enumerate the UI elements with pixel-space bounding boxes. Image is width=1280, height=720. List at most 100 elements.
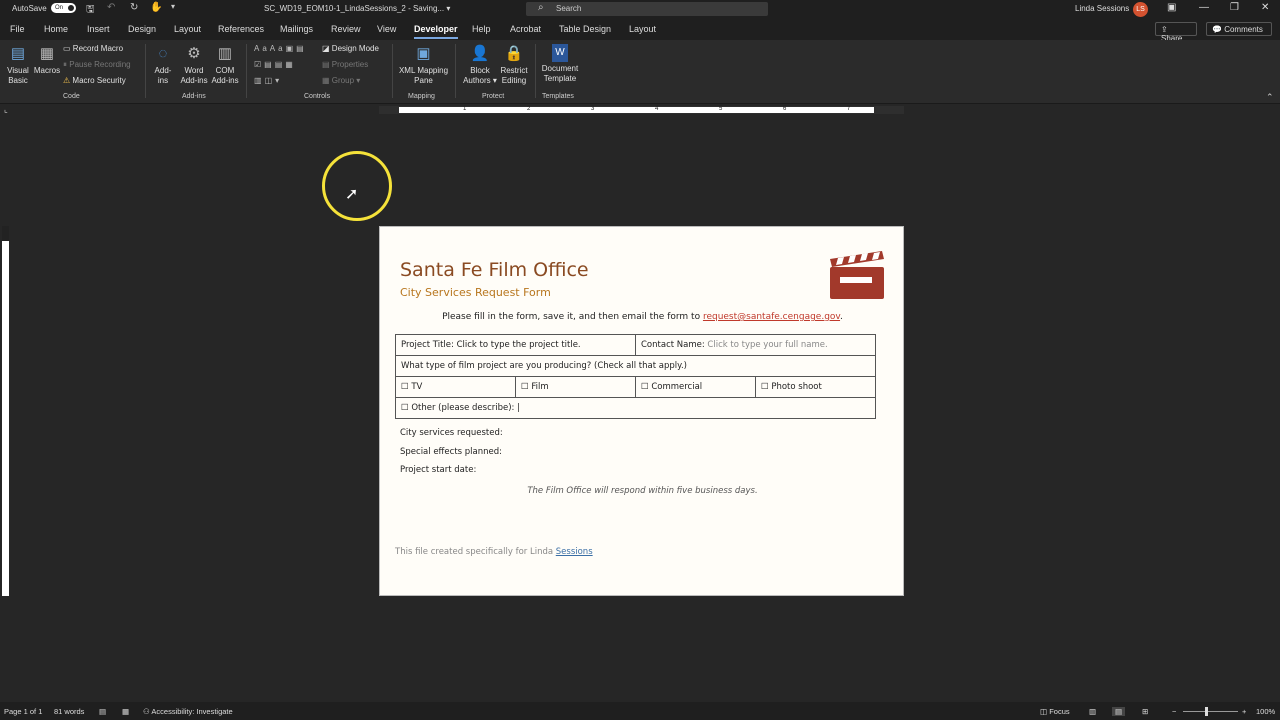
option-tv[interactable]: ☐ TV (395, 376, 516, 398)
share-button[interactable]: ⇪ Share (1155, 22, 1197, 43)
project-title-cell[interactable]: Project Title: Click to type the project… (395, 334, 636, 356)
mouse-pointer-icon: ➚ (345, 186, 359, 203)
tab-developer[interactable]: Developer (414, 24, 458, 39)
search-placeholder: Search (556, 4, 582, 13)
tab-mailings[interactable]: Mailings (280, 24, 313, 34)
block-authors-button[interactable]: 👤 Block Authors ▾ (460, 44, 500, 86)
control-icons-row-3[interactable]: ▥◫▾ (254, 76, 282, 85)
ribbon-display-icon[interactable]: ▣ (1167, 2, 1176, 13)
save-icon[interactable]: 🖫 (86, 2, 95, 19)
tab-view[interactable]: View (377, 24, 396, 34)
special-effects-label: Special effects planned: (400, 447, 503, 457)
undo-icon[interactable]: ↶ (107, 2, 115, 13)
track-changes-icon[interactable]: ▦ (122, 707, 129, 716)
xml-mapping-pane-button[interactable]: ▣ XML Mapping Pane (396, 44, 451, 86)
contact-name-field[interactable]: Click to type your full name. (707, 340, 827, 350)
focus-button[interactable]: ◫ Focus (1040, 707, 1070, 716)
visual-basic-icon: ▤ (10, 45, 26, 62)
tab-selector-icon[interactable]: ⌞ (4, 105, 8, 114)
title-bar: AutoSave On 🖫 ↶ ↻ ✋ ▾ SC_WD19_EOM10-1_Li… (0, 0, 1280, 18)
web-layout-icon[interactable]: ⊞ (1142, 707, 1148, 716)
search-icon: ⌕ (538, 2, 544, 13)
proofing-icon[interactable]: ▤ (99, 707, 106, 716)
tab-table-layout[interactable]: Layout (629, 24, 656, 34)
touch-mode-icon[interactable]: ✋ (150, 2, 162, 13)
search-box[interactable]: ⌕ Search (526, 2, 768, 16)
horizontal-ruler[interactable]: 1 2 3 4 5 6 7 (379, 106, 904, 114)
add-ins-button[interactable]: ◌ Add- ins (150, 44, 176, 86)
tab-acrobat[interactable]: Acrobat (510, 24, 541, 34)
restore-icon[interactable]: ❐ (1230, 2, 1239, 13)
tab-table-design[interactable]: Table Design (559, 24, 611, 34)
tab-review[interactable]: Review (331, 24, 361, 34)
document-template-button[interactable]: W Document Template (539, 44, 581, 84)
macro-security-button[interactable]: ⚠ Macro Security (63, 76, 126, 85)
zoom-level[interactable]: 100% (1256, 707, 1275, 716)
picture-control-icon[interactable]: ▣ (286, 44, 297, 53)
macros-button[interactable]: ▦ Macros (33, 44, 61, 76)
properties-button[interactable]: ▤ Properties (322, 60, 368, 69)
group-button[interactable]: ▦ Group ▾ (322, 76, 360, 85)
read-mode-icon[interactable]: ▥ (1089, 707, 1096, 716)
pause-recording-button[interactable]: ⏸ Pause Recording (63, 60, 131, 70)
zoom-slider-thumb[interactable] (1205, 707, 1208, 716)
visual-basic-button[interactable]: ▤ Visual Basic (4, 44, 32, 86)
avatar[interactable]: LS (1133, 2, 1148, 17)
document-title[interactable]: SC_WD19_EOM10-1_LindaSessions_2 - Saving… (264, 4, 450, 13)
accessibility-status[interactable]: ⚇ Accessibility: Investigate (143, 707, 233, 716)
zoom-slider[interactable] (1183, 711, 1238, 712)
rich-text-control-icon[interactable]: Aa (254, 44, 270, 53)
tab-home[interactable]: Home (44, 24, 68, 34)
zoom-out-icon[interactable]: − (1172, 707, 1176, 716)
dropdown-control-icon[interactable]: ▤ (275, 60, 286, 69)
response-note: The Film Office will respond within five… (527, 486, 758, 496)
option-commercial[interactable]: ☐ Commercial (635, 376, 756, 398)
customize-toolbar-icon[interactable]: ▾ (171, 2, 175, 11)
comments-button[interactable]: 💬 Comments (1206, 22, 1272, 36)
user-name[interactable]: Linda Sessions (1075, 4, 1129, 13)
group-label-protect: Protect (482, 93, 505, 100)
option-photo-shoot[interactable]: ☐ Photo shoot (755, 376, 876, 398)
collapse-ribbon-icon[interactable]: ⌃ (1266, 92, 1274, 103)
tab-layout[interactable]: Layout (174, 24, 201, 34)
option-film[interactable]: ☐ Film (515, 376, 636, 398)
page-count[interactable]: Page 1 of 1 (4, 707, 42, 716)
close-icon[interactable]: ✕ (1261, 2, 1269, 13)
tab-help[interactable]: Help (472, 24, 491, 34)
control-icons-row-1[interactable]: AaAa▣▤ (254, 44, 307, 53)
design-mode-button[interactable]: ◪ Design Mode (322, 44, 379, 53)
repeating-section-icon[interactable]: ▥ (254, 76, 265, 85)
plain-text-control-icon[interactable]: Aa (270, 44, 286, 53)
legacy-tools-icon[interactable]: ◫▾ (265, 76, 283, 85)
com-add-ins-button[interactable]: ▥ COM Add-ins (209, 44, 241, 86)
print-layout-icon[interactable]: ▤ (1112, 707, 1126, 716)
zoom-in-icon[interactable]: + (1242, 707, 1246, 716)
instructions-text: Please fill in the form, save it, and th… (442, 312, 703, 322)
tab-references[interactable]: References (218, 24, 264, 34)
email-link[interactable]: request@santafe.cengage.gov (703, 312, 840, 322)
building-block-icon[interactable]: ▤ (296, 44, 307, 53)
restrict-editing-button[interactable]: 🔒 Restrict Editing (498, 44, 530, 86)
project-title-field[interactable]: Click to type the project title. (457, 340, 581, 350)
tab-insert[interactable]: Insert (87, 24, 110, 34)
option-other[interactable]: ☐ Other (please describe): | (395, 397, 876, 419)
vertical-ruler-margin (2, 226, 9, 241)
autosave-toggle[interactable]: On (51, 3, 76, 13)
tab-file[interactable]: File (10, 24, 25, 34)
control-icons-row-2[interactable]: ☑▤▤▦ (254, 60, 296, 69)
instructions-end: . (840, 312, 843, 322)
date-picker-icon[interactable]: ▦ (285, 60, 296, 69)
document-page[interactable]: Santa Fe Film Office City Services Reque… (379, 226, 904, 596)
pause-recording-label: Pause Recording (69, 60, 131, 69)
redo-icon[interactable]: ↻ (130, 2, 138, 13)
word-add-ins-button[interactable]: ⚙ Word Add-ins (178, 44, 210, 86)
word-count[interactable]: 81 words (54, 707, 84, 716)
vertical-ruler[interactable] (2, 226, 9, 596)
contact-name-cell[interactable]: Contact Name: Click to type your full na… (635, 334, 876, 356)
combo-box-icon[interactable]: ▤ (264, 60, 275, 69)
tab-design[interactable]: Design (128, 24, 156, 34)
record-macro-button[interactable]: ▭ Record Macro (63, 44, 123, 53)
block-authors-label-1: Block (470, 66, 490, 75)
checkbox-control-icon[interactable]: ☑ (254, 60, 264, 69)
minimize-icon[interactable]: — (1199, 2, 1209, 13)
